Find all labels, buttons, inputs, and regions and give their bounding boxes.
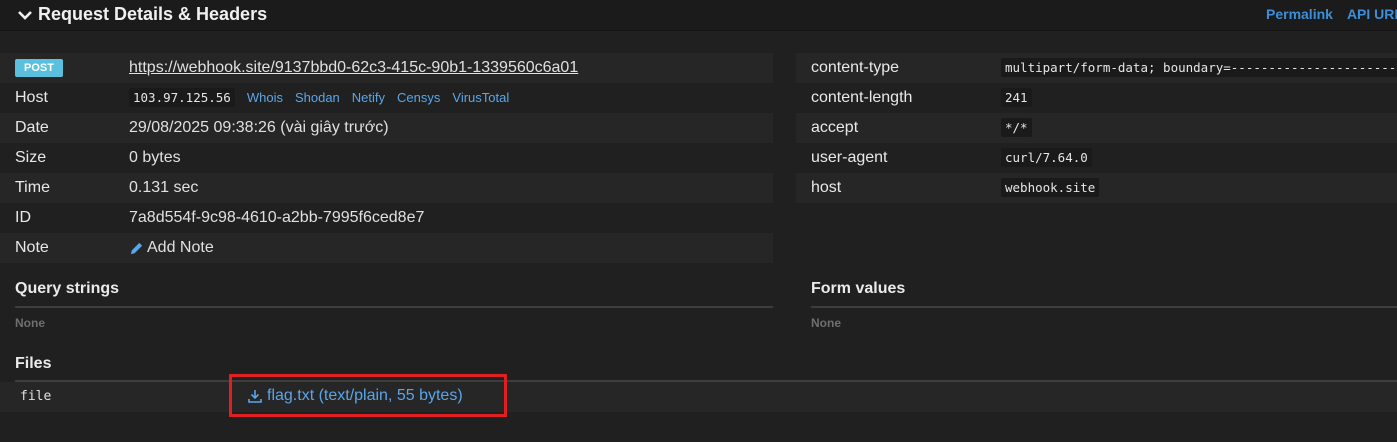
header-row: content-type multipart/form-data; bounda… <box>796 53 1397 83</box>
section-toggle[interactable]: Request Details & Headers <box>18 4 267 25</box>
host-row: Host 103.97.125.56 Whois Shodan Netify Censy… <box>0 83 773 113</box>
size-label: Size <box>15 149 47 166</box>
header-value: multipart/form-data; boundary=----------… <box>1001 58 1397 77</box>
id-value: 7a8d554f-9c98-4610-a2bb-7995f6ced8e7 <box>129 209 425 226</box>
form-values-title: Form values <box>811 280 906 297</box>
top-links: Permalink API URL <box>1266 6 1397 22</box>
id-row: ID 7a8d554f-9c98-4610-a2bb-7995f6ced8e7 <box>0 203 773 233</box>
note-label: Note <box>15 239 49 256</box>
date-label: Date <box>15 119 49 136</box>
censys-link[interactable]: Censys <box>397 90 440 105</box>
header-name: content-type <box>811 59 900 76</box>
host-label: Host <box>15 89 48 106</box>
api-url-link[interactable]: API URL <box>1347 6 1397 22</box>
note-row: Note Add Note <box>0 233 773 263</box>
netify-link[interactable]: Netify <box>352 90 385 105</box>
pencil-icon <box>130 242 143 254</box>
header-value: 241 <box>1001 88 1032 107</box>
time-value: 0.131 sec <box>129 179 199 196</box>
header-row: content-length 241 <box>796 83 1397 113</box>
file-row: file flag.txt (text/plain, 55 bytes) <box>0 382 1397 412</box>
header-value: curl/7.64.0 <box>1001 148 1092 167</box>
top-bar: Request Details & Headers Permalink API U… <box>0 0 1397 31</box>
date-value: 29/08/2025 09:38:26 (vài giây trước) <box>129 119 389 136</box>
request-details-panel: POST https://webhook.site/9137bbd0-62c3-… <box>0 31 1397 442</box>
id-label: ID <box>15 209 31 226</box>
form-values-value: None <box>811 316 841 330</box>
chevron-down-icon <box>18 10 32 20</box>
permalink-link[interactable]: Permalink <box>1266 6 1333 22</box>
size-row: Size 0 bytes <box>0 143 773 173</box>
query-strings-value: None <box>15 316 45 330</box>
header-row: host webhook.site <box>796 173 1397 203</box>
highlight-box <box>229 374 507 417</box>
method-badge: POST <box>15 59 63 77</box>
request-url-row: POST https://webhook.site/9137bbd0-62c3-… <box>0 53 773 83</box>
header-value: webhook.site <box>1001 178 1100 197</box>
query-strings-title: Query strings <box>15 280 120 297</box>
divider <box>811 306 1397 308</box>
time-label: Time <box>15 179 50 196</box>
add-note-button[interactable]: Add Note <box>129 233 214 263</box>
header-name: host <box>811 179 842 196</box>
shodan-link[interactable]: Shodan <box>295 90 340 105</box>
host-value: 103.97.125.56 Whois Shodan Netify Censys Viru… <box>129 83 509 113</box>
add-note-label: Add Note <box>147 239 214 256</box>
files-title: Files <box>15 355 52 372</box>
header-name: user-agent <box>811 149 888 166</box>
header-name: content-length <box>811 89 913 106</box>
header-value: */* <box>1001 118 1032 137</box>
header-row: user-agent curl/7.64.0 <box>796 143 1397 173</box>
file-key: file <box>20 389 52 404</box>
header-row: accept */* <box>796 113 1397 143</box>
divider <box>15 306 773 308</box>
time-row: Time 0.131 sec <box>0 173 773 203</box>
host-ip: 103.97.125.56 <box>129 88 235 107</box>
whois-link[interactable]: Whois <box>247 90 283 105</box>
size-value: 0 bytes <box>129 149 181 166</box>
header-name: accept <box>811 119 859 136</box>
request-url-link[interactable]: https://webhook.site/9137bbd0-62c3-415c-… <box>129 53 578 83</box>
date-row: Date 29/08/2025 09:38:26 (vài giây trước… <box>0 113 773 143</box>
section-title: Request Details & Headers <box>38 4 268 24</box>
virustotal-link[interactable]: VirusTotal <box>452 90 509 105</box>
